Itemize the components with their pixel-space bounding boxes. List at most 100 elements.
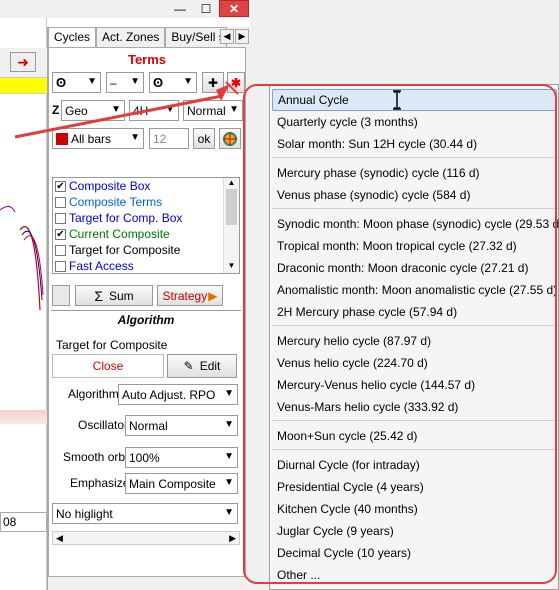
highlight-select[interactable]: No higlight ▼ — [52, 503, 238, 524]
arrow-right-icon: ▶ — [208, 288, 218, 303]
menu-item[interactable]: Other ... — [270, 564, 559, 586]
checklist-item[interactable]: Fast Access — [53, 258, 239, 273]
emphasize-select[interactable]: Main Composite ▼ — [125, 473, 238, 494]
checklist-item[interactable]: Target for Composite — [53, 242, 239, 258]
menu-item[interactable]: Venus helio cycle (224.70 d) — [270, 352, 559, 374]
operator-value: – — [110, 75, 117, 90]
checklist-item-label: Composite Box — [69, 179, 151, 193]
checklist-item-label: Composite Terms — [69, 195, 163, 209]
cycle-menu-button[interactable]: ✱ — [227, 72, 245, 93]
blank-button[interactable] — [52, 285, 70, 306]
checklist-item[interactable]: ✔ Composite Box — [53, 178, 239, 194]
menu-item[interactable]: Quarterly cycle (3 months) — [270, 111, 559, 133]
scroll-right-icon[interactable]: ▶ — [229, 533, 236, 544]
menu-item[interactable]: Decimal Cycle (10 years) — [270, 542, 559, 564]
emphasize-value: Main Composite — [129, 476, 216, 491]
planet1-select[interactable]: ʘ ▼ — [52, 72, 101, 93]
checklist-item[interactable]: Composite Terms — [53, 194, 239, 210]
scroll-up-icon[interactable]: ▲ — [224, 178, 239, 187]
checkbox-icon[interactable] — [55, 260, 66, 272]
emphasize-label: Emphasize — [70, 476, 130, 490]
checkbox-icon[interactable] — [55, 244, 66, 256]
chart-curves — [0, 206, 44, 311]
scroll-thumb[interactable] — [226, 189, 237, 225]
chart-band — [0, 410, 47, 424]
close-button[interactable]: ✕ — [219, 0, 249, 17]
maximize-button[interactable]: ☐ — [193, 0, 219, 17]
tab-scroll-right-icon[interactable]: ▶ — [235, 29, 249, 44]
highlight-value: No higlight — [56, 506, 113, 521]
coord-system-select[interactable]: Geo ▼ — [61, 100, 125, 121]
menu-item[interactable]: Moon+Sun cycle (25.42 d) — [270, 425, 559, 447]
tab-act-zones[interactable]: Act. Zones — [96, 27, 166, 47]
horizontal-scrollbar[interactable]: ◀ ▶ — [52, 531, 240, 545]
menu-item[interactable]: Mercury helio cycle (87.97 d) — [270, 330, 559, 352]
algorithm-label: Algorithm — [68, 387, 119, 401]
chevron-down-icon: ▼ — [224, 419, 234, 430]
checkbox-icon[interactable] — [55, 196, 66, 208]
mode-select[interactable]: Normal ▼ — [183, 100, 243, 121]
yellow-bar — [0, 78, 47, 94]
menu-item[interactable]: Solar month: Sun 12H cycle (30.44 d) — [270, 133, 559, 155]
planet1-value: ʘ — [56, 75, 67, 90]
menu-separator — [272, 449, 558, 450]
menu-item[interactable]: Presidential Cycle (4 years) — [270, 476, 559, 498]
close-field[interactable]: Close — [52, 354, 164, 378]
terms-title: Terms — [127, 52, 167, 67]
checkbox-checked-icon[interactable]: ✔ — [55, 180, 66, 192]
arrow-button[interactable]: ➜ — [10, 52, 36, 72]
menu-item[interactable]: Venus-Mars helio cycle (333.92 d) — [270, 396, 559, 418]
scroll-left-icon[interactable]: ◀ — [56, 533, 63, 544]
chart-value-field[interactable]: 08 — [0, 512, 47, 532]
algorithm-title: Algorithm — [51, 310, 241, 327]
bars-count-input[interactable]: 12 — [149, 128, 189, 149]
planet2-select[interactable]: ʘ ▼ — [149, 72, 197, 93]
chevron-down-icon: ▼ — [130, 76, 140, 87]
oscillator-select[interactable]: Normal ▼ — [125, 415, 238, 436]
bars-select[interactable]: All bars ▼ — [52, 128, 144, 149]
menu-item[interactable]: Juglar Cycle (9 years) — [270, 520, 559, 542]
checklist-item-label: Target for Comp. Box — [69, 211, 183, 225]
menu-item[interactable]: Tropical month: Moon tropical cycle (27.… — [270, 235, 559, 257]
menu-item[interactable]: Synodic month: Moon phase (synodic) cycl… — [270, 213, 559, 235]
minimize-button[interactable]: — — [167, 0, 193, 17]
tab-scroll-left-icon[interactable]: ◀ — [220, 29, 234, 44]
algorithm-select[interactable]: Auto Adjust. RPO ▼ — [118, 384, 238, 405]
add-term-button[interactable]: ✚ — [202, 72, 224, 93]
checkbox-checked-icon[interactable]: ✔ — [55, 228, 66, 240]
menu-item[interactable]: Kitchen Cycle (40 months) — [270, 498, 559, 520]
text-cursor-icon — [393, 90, 401, 110]
menu-item[interactable]: Anomalistic month: Moon anomalistic cycl… — [270, 279, 559, 301]
checklist-item[interactable]: Target for Comp. Box — [53, 210, 239, 226]
chevron-down-icon: ▼ — [224, 451, 234, 462]
menu-item[interactable]: Venus phase (synodic) cycle (584 d) — [270, 184, 559, 206]
ok-button[interactable]: ok — [193, 128, 215, 149]
checkbox-icon[interactable] — [55, 212, 66, 224]
checklist-scrollbar[interactable]: ▲ ▼ — [223, 178, 239, 273]
menu-item[interactable]: Draconic month: Moon draconic cycle (27.… — [270, 257, 559, 279]
tab-buy-sell[interactable]: Buy/Sell si — [165, 27, 228, 47]
oscillator-value: Normal — [129, 418, 168, 433]
coord-system-value: Geo — [65, 103, 88, 118]
menu-item[interactable]: 2H Mercury phase cycle (57.94 d) — [270, 301, 559, 323]
sum-button[interactable]: Σ Sum — [75, 285, 153, 306]
menu-item[interactable]: Mercury phase (synodic) cycle (116 d) — [270, 162, 559, 184]
sigma-icon: Σ — [94, 287, 103, 304]
tab-cycles[interactable]: Cycles — [48, 27, 97, 47]
timeframe-select[interactable]: 4H ▼ — [129, 100, 179, 121]
timeframe-value: 4H — [133, 103, 149, 118]
menu-separator — [272, 157, 558, 158]
mode-value: Normal — [187, 103, 226, 118]
scroll-down-icon[interactable]: ▼ — [224, 261, 239, 270]
menu-item[interactable]: Annual Cycle — [272, 89, 557, 111]
edit-button[interactable]: ✎ Edit — [167, 354, 237, 378]
chevron-down-icon: ▼ — [224, 477, 234, 488]
strategy-button[interactable]: Strategy ▶ — [157, 285, 223, 306]
operator-select[interactable]: – ▼ — [106, 72, 144, 93]
target-icon[interactable] — [219, 128, 241, 149]
menu-item[interactable]: Diurnal Cycle (for intraday) — [270, 454, 559, 476]
checklist-item[interactable]: ✔ Current Composite — [53, 226, 239, 242]
smooth-select[interactable]: 100% ▼ — [125, 447, 238, 468]
menu-item[interactable]: Mercury-Venus helio cycle (144.57 d) — [270, 374, 559, 396]
title-bar: — ☐ ✕ — [0, 0, 250, 18]
